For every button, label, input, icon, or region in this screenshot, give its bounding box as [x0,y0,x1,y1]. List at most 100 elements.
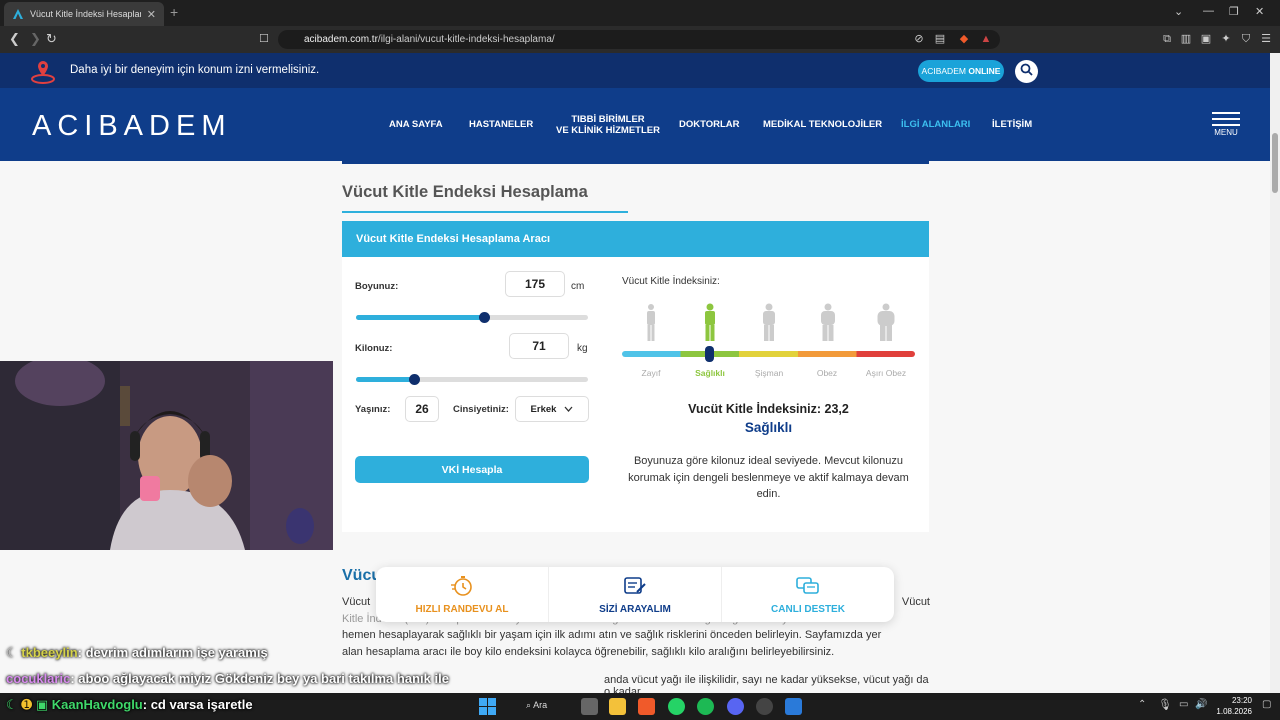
nav-iletisim[interactable]: İLETİŞİM [992,88,1032,161]
close-tab-icon[interactable]: ✕ [147,8,156,21]
age-input[interactable]: 26 [405,396,439,422]
location-pin-icon [30,58,56,84]
rewards-icon[interactable]: ▲ [980,33,992,45]
forward-icon[interactable]: ❯ [30,32,41,46]
height-slider-handle[interactable] [479,312,490,323]
chat-text-1: : devrim adımlarım işe yaramış [77,645,268,660]
index-heading: Vücut Kitle İndeksiniz: [622,276,720,287]
nav-hastaneler[interactable]: HASTANELER [469,88,533,161]
category-healthy: Sağlıklı [695,368,725,378]
page-title: Vücut Kitle Endeksi Hesaplama [342,183,588,201]
quick-appointment-button[interactable]: HIZLI RANDEVU AL [376,567,549,622]
age-label: Yaşınız: [355,404,391,415]
acibadem-online-button[interactable]: ACIBADEM ONLINE [918,60,1004,82]
leo-icon[interactable]: ✦ [1220,33,1232,45]
call-me-button[interactable]: SİZİ ARAYALIM [549,567,722,622]
para-line1-left: Vücut [342,596,371,608]
person-healthy-icon [705,303,715,341]
menu-label: MENU [1214,128,1238,137]
address-bar[interactable]: acibadem.com.tr/ilgi-alani/vucut-kitle-i… [278,30,1000,49]
site-search-button[interactable] [1015,60,1038,83]
vpn-icon[interactable]: ⛉ [1240,33,1252,45]
category-overweight: Şişman [754,368,784,378]
height-unit: cm [571,281,585,292]
bmi-scale-marker [705,346,714,362]
nav-medikal-teknolojiler[interactable]: MEDİKAL TEKNOLOJİLER [763,88,882,161]
chat-message-3: ☾ ➊ ▣ KaanHavdoglu: cd varsa işaretle [6,697,253,713]
back-icon[interactable]: ❮ [9,32,20,46]
bmi-description: Boyunuza göre kilonuz ideal seviyede. Me… [628,455,909,500]
acibadem-logo[interactable]: ACIBADEM [32,110,231,143]
url-path: /ilgi-alani/vucut-kitle-indeksi-hesaplam… [377,34,555,45]
task-view-icon[interactable] [581,698,598,715]
wallet-icon[interactable]: ▣ [1200,33,1212,45]
browser-menu-icon[interactable]: ☰ [1260,33,1272,45]
nav-ilgi-alanlari[interactable]: İLGİ ALANLARI [901,88,970,161]
weight-input[interactable]: 71 [509,333,569,359]
title-underline [342,211,628,213]
spotify-icon[interactable] [697,698,714,715]
system-clock[interactable]: 23:20 1.08.2026 [1212,695,1252,717]
whatsapp-icon[interactable] [668,698,685,715]
reader-icon[interactable]: ▤ [934,33,946,45]
tab-list-icon[interactable]: ⌄ [1174,5,1183,18]
chat-user-2: cocuklaric [6,671,71,686]
microphone-icon[interactable]: 🎙 [1158,698,1172,711]
new-tab-icon[interactable]: + [170,4,178,20]
close-window-icon[interactable]: ✕ [1255,5,1264,18]
tray-chevron-icon[interactable]: ⌃ [1138,699,1146,710]
category-very-obese: Aşırı Obez [865,368,907,378]
search-icon [1020,63,1033,81]
extensions-icon[interactable]: ⧉ [1161,33,1173,45]
brave-browser-icon[interactable] [638,698,655,715]
maximize-icon[interactable]: ❐ [1229,5,1239,18]
person-obese-icon [821,303,835,341]
calculate-bmi-button[interactable]: VKİ Hesapla [355,456,589,483]
weight-slider-handle[interactable] [409,374,420,385]
windows-start-icon[interactable] [479,698,496,715]
nav-tibbi-birimler[interactable]: TIBBİ BİRİMLER VE KLİNİK HİZMETLER [556,88,660,161]
height-slider[interactable] [356,312,588,323]
chat-user-1: tkbeeylin [21,645,78,660]
height-input[interactable]: 175 [505,271,565,297]
badge-green-icon: ▣ [35,697,49,712]
bmi-calculator-card: Boyunuz: 175 cm Kilonuz: 71 kg Yaşınız: … [342,257,929,532]
gender-select[interactable]: Erkek [515,396,589,422]
bookmark-icon[interactable]: ☐ [259,32,269,46]
nav-tibbi-birimler-line1: TIBBİ BİRİMLER [571,113,645,125]
network-icon[interactable]: ▭ [1179,699,1188,710]
notification-icon[interactable]: ▢ [1262,699,1271,710]
live-support-label: CANLI DESTEK [771,603,845,615]
obs-icon[interactable] [756,698,773,715]
no-tracking-icon[interactable]: ⊘ [913,33,925,45]
weight-slider[interactable] [356,374,588,385]
live-support-button[interactable]: CANLI DESTEK [722,567,894,622]
discord-icon[interactable] [727,698,744,715]
hamburger-menu-button[interactable]: MENU [1212,112,1240,137]
nav-doktorlar[interactable]: DOKTORLAR [679,88,740,161]
quick-actions-bar: HIZLI RANDEVU AL SİZİ ARAYALIM CANLI DES… [376,567,894,622]
clock-date: 1.08.2026 [1216,707,1252,716]
moon-icon: ☾ [6,697,18,712]
webcam-overlay [0,361,333,550]
minimize-icon[interactable]: — [1203,5,1214,17]
acibadem-favicon-icon [12,8,24,20]
page-scrollbar[interactable] [1270,53,1280,693]
chat-bubbles-icon [795,575,821,600]
scrollbar-thumb[interactable] [1272,133,1278,193]
reload-icon[interactable]: ↻ [46,32,57,46]
location-message: Daha iyi bir deneyim için konum izni ver… [70,64,320,76]
app-icon[interactable] [785,698,802,715]
nav-ana-sayfa[interactable]: ANA SAYFA [389,88,443,161]
chat-text-2: : aboo ağlayacak miyiz Gökdeniz bey ya b… [70,671,449,686]
browser-tab[interactable]: Vücut Kitle İndeksi Hesaplama - ✕ [4,2,164,26]
para-line1-right: Vücut [901,596,930,608]
file-explorer-icon[interactable] [609,698,626,715]
nav-tibbi-birimler-line2: VE KLİNİK HİZMETLER [556,124,660,136]
volume-icon[interactable]: 🔊 [1195,699,1207,710]
height-slider-fill [356,315,484,320]
brave-shield-icon[interactable]: ◆ [958,33,970,45]
moon-icon: ☾ [6,645,18,660]
taskbar-search[interactable]: ⌕ Ara [526,700,547,711]
sidebar-icon[interactable]: ▥ [1180,33,1192,45]
